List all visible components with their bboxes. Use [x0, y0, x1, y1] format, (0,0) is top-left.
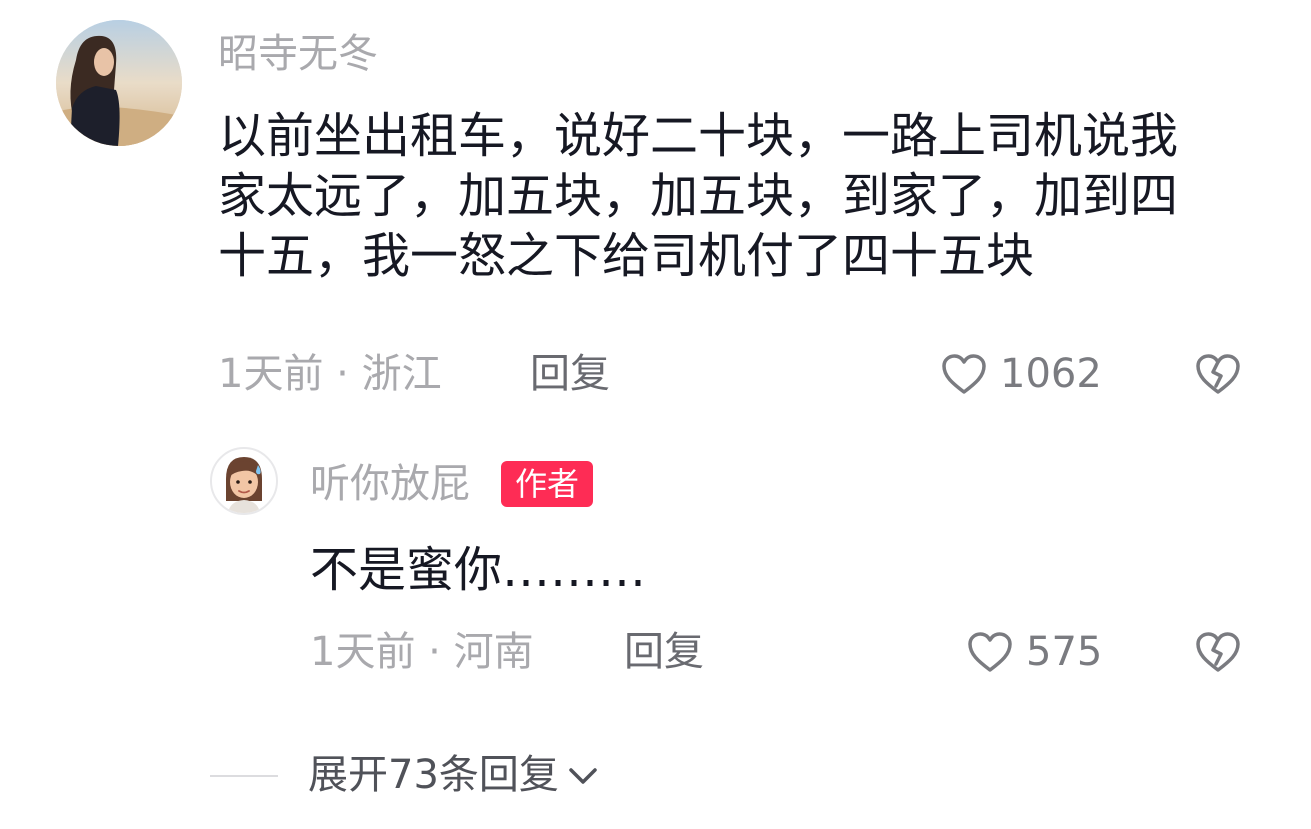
reply-username[interactable]: 听你放屁 — [310, 460, 470, 508]
avatar[interactable] — [56, 20, 182, 146]
heart-outline-icon — [942, 354, 986, 394]
woman-photo-avatar-icon — [56, 20, 182, 146]
like-count: 1062 — [1000, 351, 1102, 397]
comment-text-line: 家太远了，加五块，加五块，到家了，加到四 — [218, 168, 1179, 224]
like-count: 575 — [1026, 629, 1103, 675]
reply-button[interactable]: 回复 — [624, 628, 704, 676]
comment-text: 以前坐出租车，说好二十块，一路上司机说我 家太远了，加五块，加五块，到家了，加到… — [218, 106, 1278, 286]
reply-meta: 1天前 · 河南 — [310, 629, 534, 675]
chevron-down-icon — [569, 768, 597, 784]
comment-meta: 1天前 · 浙江 — [218, 351, 442, 397]
reply-avatar[interactable] — [210, 447, 278, 515]
dislike-button[interactable] — [1194, 352, 1242, 400]
broken-heart-icon — [1196, 354, 1240, 394]
reply-button[interactable]: 回复 — [530, 350, 610, 398]
heart-outline-icon — [968, 632, 1012, 672]
dislike-button[interactable] — [1194, 630, 1242, 678]
comment-text-line: 以前坐出租车，说好二十块，一路上司机说我 — [218, 108, 1179, 164]
comment-text-line: 十五，我一怒之下给司机付了四十五块 — [218, 228, 1035, 284]
reply-text: 不是蜜你……… — [310, 542, 647, 598]
expand-replies-label: 展开73条回复 — [308, 752, 559, 798]
comment-username[interactable]: 昭寺无冬 — [218, 30, 378, 78]
memoji-sweat-avatar-icon — [226, 457, 262, 513]
broken-heart-icon — [1196, 632, 1240, 672]
like-button[interactable]: 1062 — [940, 350, 1102, 398]
divider — [210, 775, 278, 777]
expand-replies-button[interactable]: 展开73条回复 — [308, 750, 601, 800]
author-badge: 作者 — [501, 461, 594, 507]
like-button[interactable]: 575 — [966, 628, 1102, 676]
